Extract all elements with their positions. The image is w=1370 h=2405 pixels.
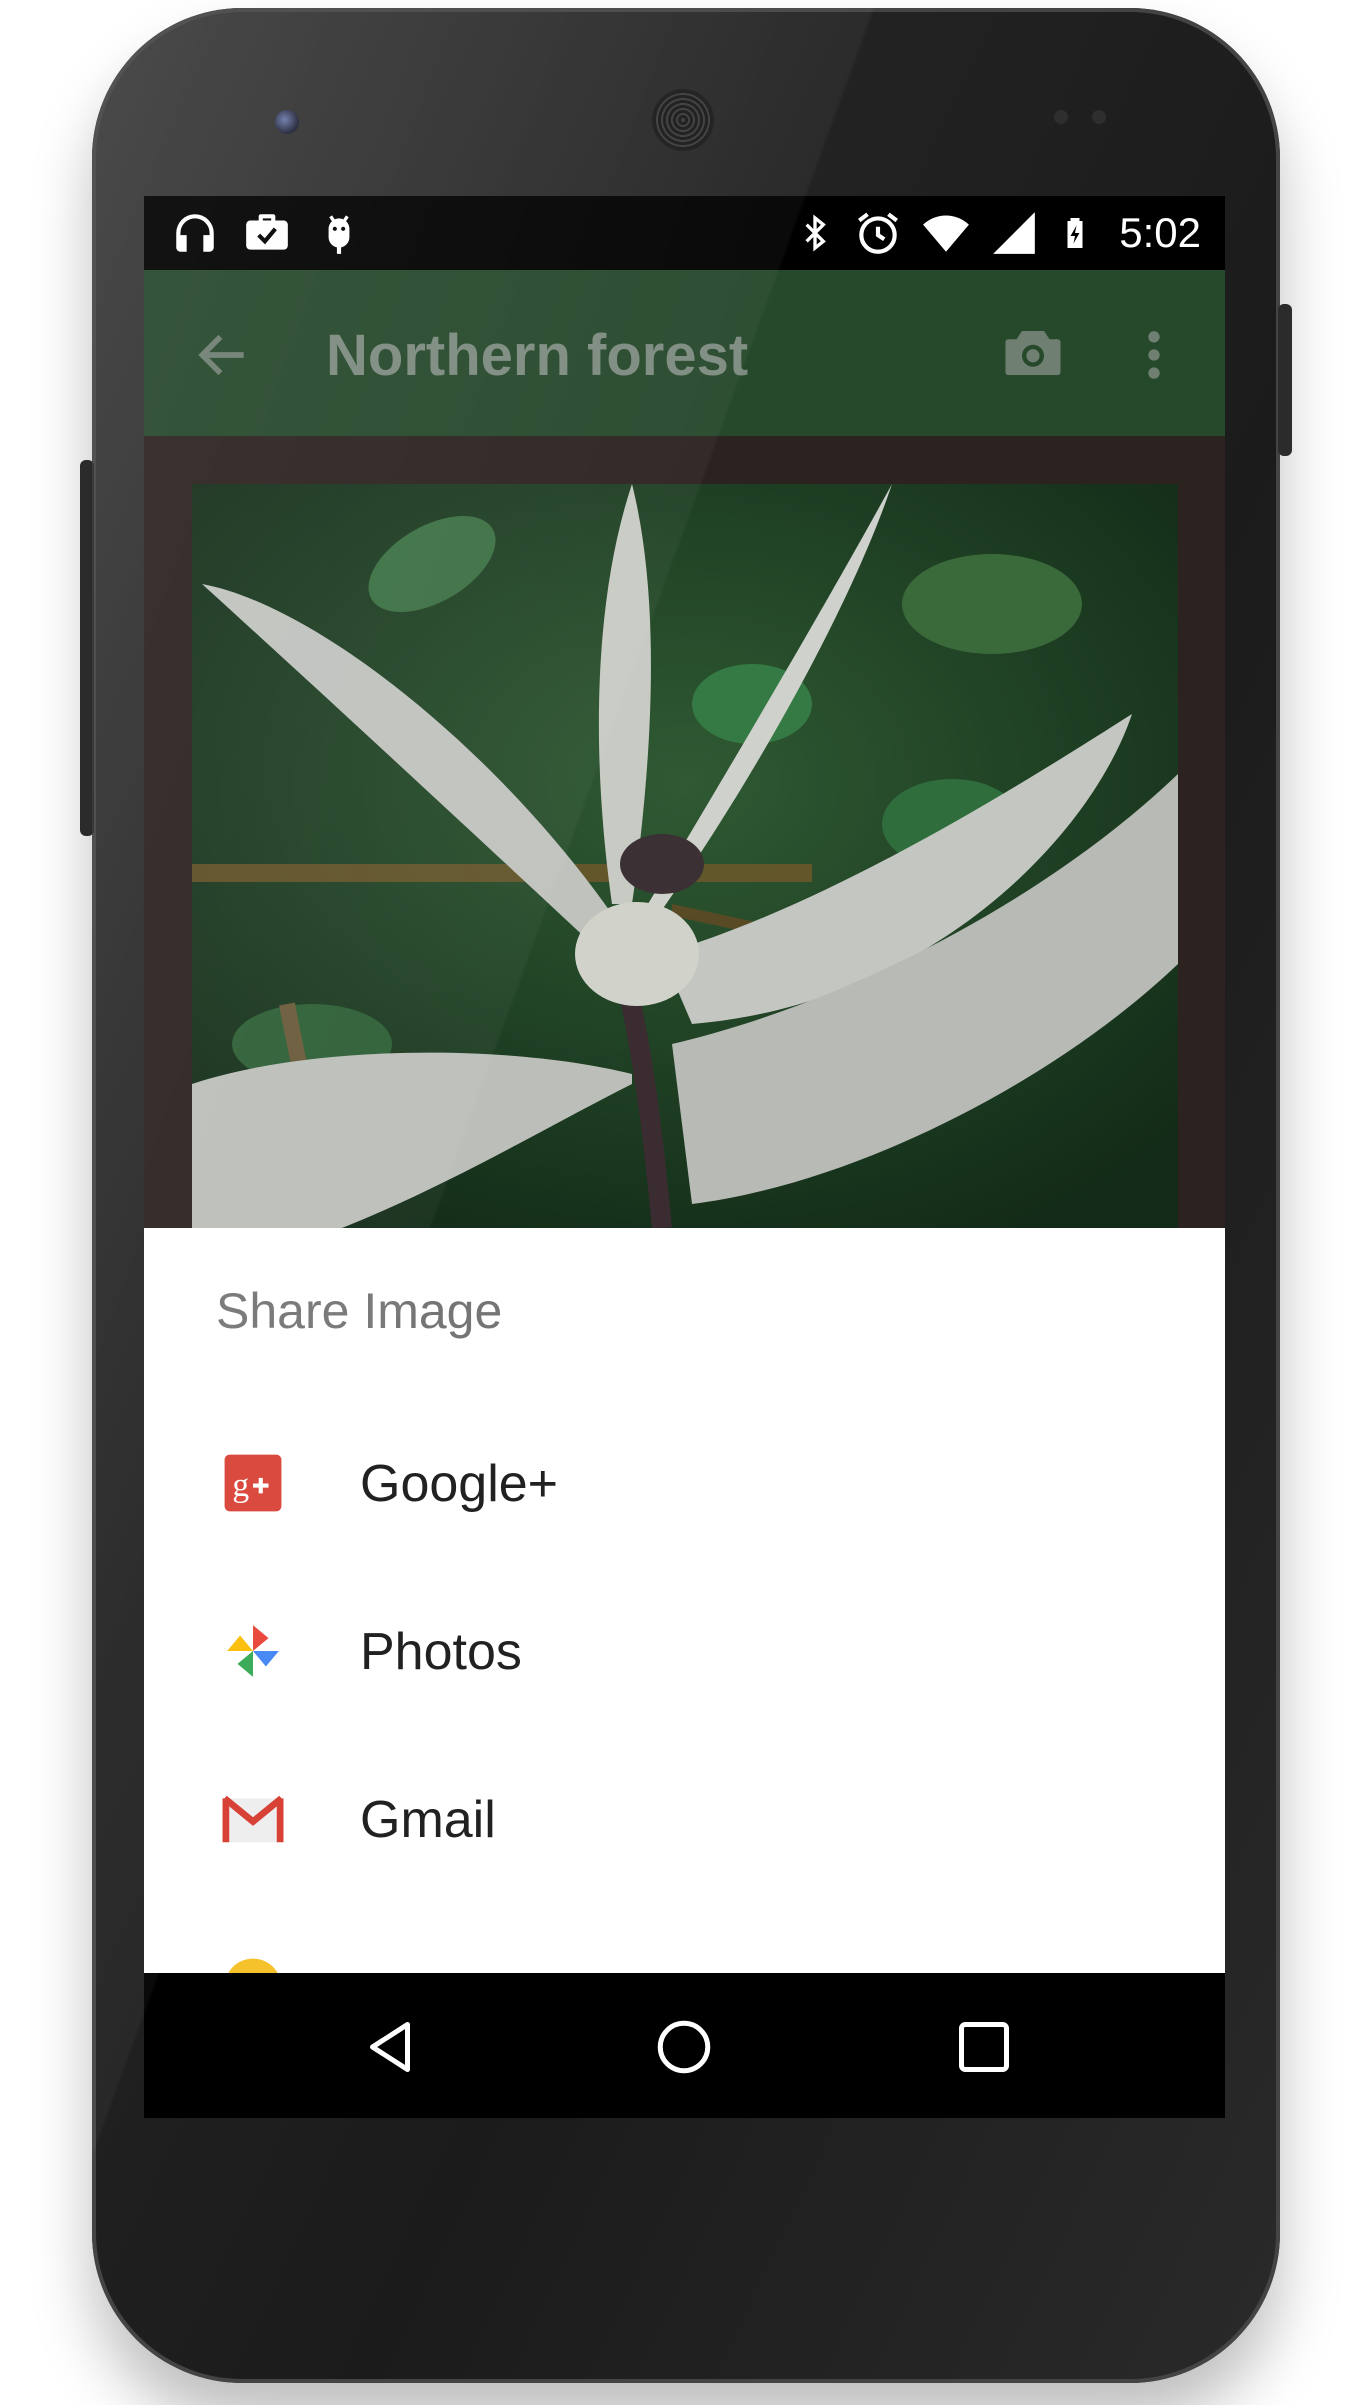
signal-icon (993, 212, 1036, 254)
google-plus-icon: g (224, 1454, 282, 1512)
plant-photo (192, 484, 1178, 1228)
home-circle-icon[interactable] (654, 2017, 714, 2077)
share-item-partial[interactable] (144, 1902, 1225, 1973)
android-debug-icon (328, 215, 350, 254)
share-item-label: Google+ (360, 1455, 559, 1513)
share-item-gmail[interactable]: Gmail (144, 1734, 1225, 1902)
earpiece-speaker (655, 92, 711, 148)
bluetooth-icon (805, 214, 827, 252)
app-bar: Northern forest (144, 270, 1225, 436)
share-item-google-plus[interactable]: g Google+ (144, 1398, 1225, 1566)
gmail-icon (222, 1795, 284, 1843)
navigation-bar (144, 1973, 1225, 2118)
alarm-icon (858, 212, 899, 254)
headphones-icon (176, 214, 214, 252)
status-clock: 5:02 (1119, 209, 1201, 256)
proximity-sensor (1054, 110, 1068, 124)
svg-text:g: g (232, 1467, 249, 1504)
work-briefcase-icon (246, 214, 288, 250)
share-item-label: Photos (360, 1623, 522, 1681)
partial-app-icon (228, 1958, 278, 1973)
share-sheet-title: Share Image (216, 1283, 503, 1339)
content-area (144, 436, 1225, 1228)
share-sheet: Share Image g Google+ Photos Gmail (144, 1228, 1225, 1973)
front-camera (275, 110, 299, 134)
battery-charging-icon (1067, 218, 1083, 248)
power-button (1278, 304, 1292, 456)
back-triangle-icon[interactable] (360, 2017, 420, 2077)
share-item-label: Gmail (360, 1791, 496, 1849)
camera-icon[interactable] (1000, 320, 1066, 386)
page-title: Northern forest (326, 323, 749, 388)
volume-button (80, 460, 94, 836)
wifi-icon (923, 215, 970, 252)
light-sensor (1092, 110, 1106, 124)
recents-square-icon[interactable] (954, 2017, 1014, 2077)
status-bar: 5:02 (144, 196, 1225, 270)
overflow-menu-icon[interactable] (1134, 324, 1174, 386)
screen: 5:02 Northern forest Share Image g Googl… (144, 196, 1225, 2118)
share-item-photos[interactable]: Photos (144, 1566, 1225, 1734)
photos-pinwheel-icon (227, 1625, 279, 1677)
back-arrow-icon[interactable] (192, 324, 254, 386)
